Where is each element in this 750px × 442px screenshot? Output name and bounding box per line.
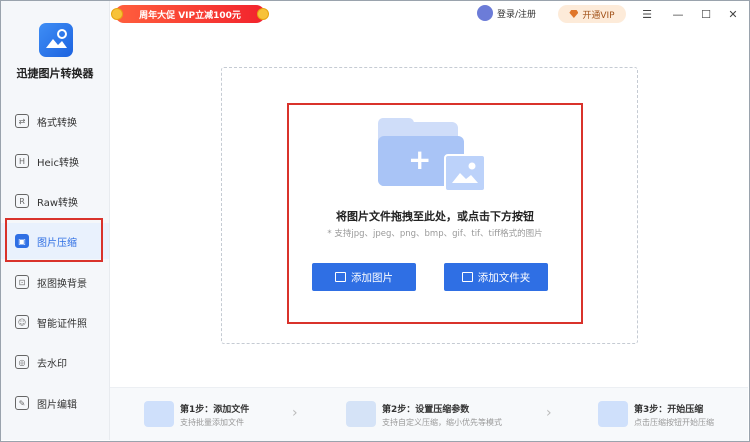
sidebar-item-id-photo[interactable]: ☺ 智能证件照: [1, 304, 109, 340]
drop-title: 将图片文件拖拽至此处，或点击下方按钮: [336, 210, 534, 223]
heic-icon: H: [15, 154, 29, 168]
step-2-title: 第2步：设置压缩参数: [382, 405, 470, 415]
sidebar-item-label: 去水印: [37, 358, 67, 370]
sidebar-item-cutout[interactable]: ⊡ 抠图换背景: [1, 264, 109, 300]
start-compress-icon: [598, 401, 628, 427]
promo-text: 周年大促 VIP立减100元: [139, 10, 241, 21]
minimize-icon[interactable]: —: [669, 5, 687, 23]
step-1-title: 第1步：添加文件: [180, 405, 250, 415]
sidebar-item-label: 抠图换背景: [37, 278, 87, 290]
vip-button[interactable]: 开通VIP: [558, 5, 626, 23]
maximize-icon[interactable]: ☐: [697, 5, 715, 23]
diamond-icon: [569, 10, 579, 18]
coin-icon: [257, 8, 269, 20]
sidebar-item-label: 图片编辑: [37, 399, 77, 411]
sidebar-item-format-convert[interactable]: ⇄ 格式转换: [1, 103, 109, 139]
promo-banner[interactable]: 周年大促 VIP立减100元: [111, 5, 269, 23]
edit-icon: ✎: [15, 396, 29, 410]
close-icon[interactable]: ✕: [724, 5, 742, 23]
folder-plus-icon: [461, 272, 473, 282]
login-button[interactable]: 登录/注册: [477, 5, 536, 21]
sidebar-item-label: Raw转换: [37, 197, 79, 209]
chevron-right-icon: ›: [546, 405, 552, 421]
steps-bar: 第1步：添加文件 支持批量添加文件 › 第2步：设置压缩参数 支持自定义压缩，缩…: [110, 387, 748, 441]
settings-gear-icon: [346, 401, 376, 427]
cutout-icon: ⊡: [15, 275, 29, 289]
avatar-icon: [477, 5, 493, 21]
sidebar-item-raw[interactable]: R Raw转换: [1, 183, 109, 219]
app-title: 迅捷图片转换器: [16, 67, 94, 80]
step-2-desc: 支持自定义压缩，缩小优先等模式: [382, 418, 502, 427]
sidebar-item-label: 智能证件照: [37, 318, 87, 330]
add-folder-label: 添加文件夹: [477, 271, 531, 284]
app-logo-icon: [39, 23, 73, 57]
add-folder-button[interactable]: 添加文件夹: [444, 263, 548, 291]
add-image-label: 添加图片: [351, 271, 393, 284]
add-file-icon: [144, 401, 174, 427]
image-icon: [335, 272, 346, 282]
raw-icon: R: [15, 194, 29, 208]
sidebar-item-watermark[interactable]: ◎ 去水印: [1, 344, 109, 380]
convert-icon: ⇄: [15, 114, 29, 128]
folder-image-icon: +: [378, 118, 486, 194]
coin-icon: [111, 8, 123, 20]
chevron-right-icon: ›: [292, 405, 298, 421]
sidebar-item-heic[interactable]: H Heic转换: [1, 143, 109, 179]
step-1-desc: 支持批量添加文件: [180, 418, 244, 427]
title-bar: 周年大促 VIP立减100元 登录/注册 开通VIP ☰ — ☐ ✕: [110, 1, 748, 27]
vip-label: 开通VIP: [582, 10, 615, 21]
sidebar-item-edit[interactable]: ✎ 图片编辑: [1, 385, 109, 421]
drop-hint: * 支持jpg、jpeg、png、bmp、gif、tif、tiff格式的图片: [327, 229, 543, 239]
active-item-highlight: [5, 218, 103, 262]
step-3-desc: 点击压缩按钮开始压缩: [634, 418, 714, 427]
watermark-icon: ◎: [15, 355, 29, 369]
sidebar-item-label: 格式转换: [37, 117, 77, 129]
id-photo-icon: ☺: [15, 315, 29, 329]
menu-icon[interactable]: ☰: [638, 5, 656, 23]
step-3-title: 第3步：开始压缩: [634, 405, 704, 415]
sidebar-item-label: Heic转换: [37, 157, 79, 169]
add-image-button[interactable]: 添加图片: [312, 263, 416, 291]
login-label: 登录/注册: [497, 9, 537, 20]
